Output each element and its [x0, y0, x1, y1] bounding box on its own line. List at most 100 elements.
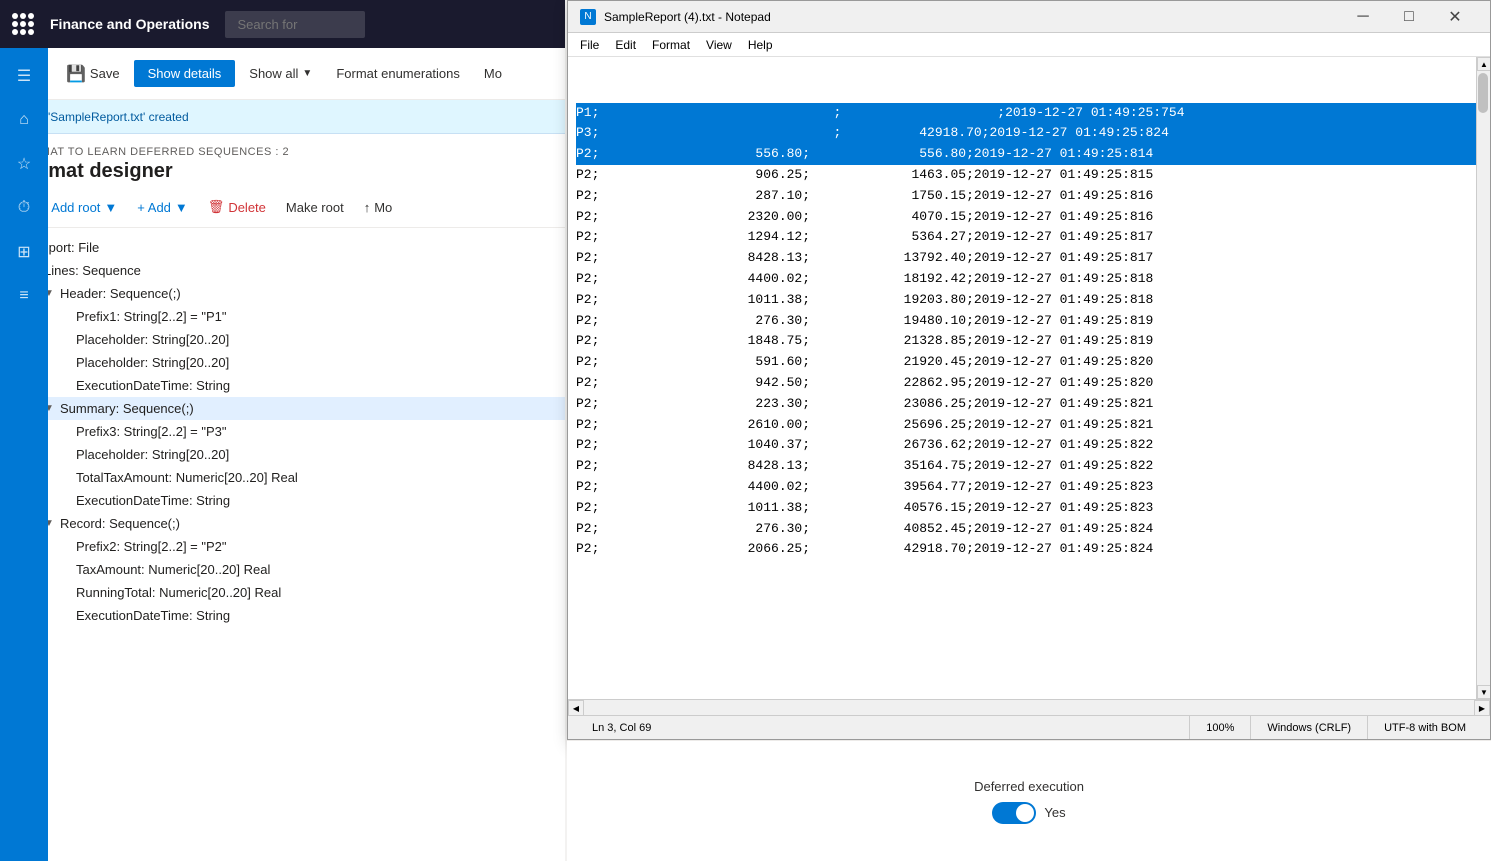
- menu-format[interactable]: Format: [644, 36, 698, 54]
- notepad-titlebar: N SampleReport (4).txt - Notepad ─ □ ✕: [568, 1, 1490, 33]
- tree-item-running-total[interactable]: RunningTotal: Numeric[20..20] Real: [0, 581, 565, 604]
- minimize-button[interactable]: ─: [1340, 1, 1386, 33]
- tree-item-tax-amount[interactable]: TaxAmount: Numeric[20..20] Real: [0, 558, 565, 581]
- tree-item-placeholder-1[interactable]: Placeholder: String[20..20]: [0, 328, 565, 351]
- infobar-message: File 'SampleReport.txt' created: [25, 110, 188, 124]
- delete-button[interactable]: 🗑 Delete: [202, 195, 272, 219]
- notepad-line: P1; ; ;2019-12-27 01:49:25:754: [576, 103, 1482, 124]
- tree-item-label: Header: Sequence(;): [60, 286, 181, 301]
- add-root-chevron: ▼: [104, 200, 117, 215]
- tree-item-execution-record[interactable]: ExecutionDateTime: String: [0, 604, 565, 627]
- tree-item-prefix2[interactable]: Prefix2: String[2..2] = "P2": [0, 535, 565, 558]
- tree-item-placeholder-2[interactable]: Placeholder: String[20..20]: [0, 351, 565, 374]
- status-encoding: UTF-8 with BOM: [1368, 716, 1482, 739]
- notepad-line: P2; 942.50; 22862.95;2019-12-27 01:49:25…: [576, 373, 1482, 394]
- make-root-button[interactable]: Make root: [280, 196, 350, 219]
- notepad-line: P2; 4400.02; 18192.42;2019-12-27 01:49:2…: [576, 269, 1482, 290]
- menu-edit[interactable]: Edit: [607, 36, 644, 54]
- tree-container: ▼ Report: File ▼ Lines: Sequence ▼ Heade…: [0, 228, 565, 861]
- save-button[interactable]: 💾 Save: [56, 58, 130, 90]
- tree-toggle: [60, 472, 72, 483]
- notepad-line: P2; 2320.00; 4070.15;2019-12-27 01:49:25…: [576, 207, 1482, 228]
- scroll-right-arrow[interactable]: ▶: [1474, 700, 1490, 716]
- up-icon: ↑: [364, 200, 371, 215]
- deferred-toggle[interactable]: [992, 802, 1036, 824]
- tree-item-label: Placeholder: String[20..20]: [76, 355, 229, 370]
- menu-view[interactable]: View: [698, 36, 740, 54]
- add-chevron: ▼: [175, 200, 188, 215]
- maximize-button[interactable]: □: [1386, 1, 1432, 33]
- notepad-line: P2; 2066.25; 42918.70;2019-12-27 01:49:2…: [576, 539, 1482, 560]
- more-actions-button[interactable]: ↑ Mo: [358, 196, 399, 219]
- notepad-scrollbar-v[interactable]: ▲ ▼: [1476, 57, 1490, 699]
- tree-item-label: TaxAmount: Numeric[20..20] Real: [76, 562, 270, 577]
- scroll-down-arrow[interactable]: ▼: [1477, 685, 1490, 699]
- tree-item-prefix3[interactable]: Prefix3: String[2..2] = "P3": [0, 420, 565, 443]
- tree-item-label: Prefix1: String[2..2] = "P1": [76, 309, 227, 324]
- tree-item-prefix1[interactable]: Prefix1: String[2..2] = "P1": [0, 305, 565, 328]
- tree-item-placeholder-3[interactable]: Placeholder: String[20..20]: [0, 443, 565, 466]
- menu-file[interactable]: File: [572, 36, 607, 54]
- tree-toolbar: ▽ + Add root ▼ + Add ▼ 🗑 Delete Make roo…: [0, 187, 565, 228]
- notepad-window-controls: ─ □ ✕: [1340, 1, 1478, 33]
- add-root-button[interactable]: + Add root ▼: [35, 196, 124, 219]
- notepad-menubar: File Edit Format View Help: [568, 33, 1490, 57]
- close-button[interactable]: ✕: [1432, 1, 1478, 33]
- tree-item-report-file[interactable]: ▼ Report: File: [0, 236, 565, 259]
- notepad-line: P2; 1848.75; 21328.85;2019-12-27 01:49:2…: [576, 331, 1482, 352]
- tree-toggle: [60, 495, 72, 506]
- format-enumerations-button[interactable]: Format enumerations: [326, 60, 470, 87]
- notepad-content[interactable]: P1; ; ;2019-12-27 01:49:25:754P3; ; 4291…: [568, 57, 1490, 699]
- notepad-window: N SampleReport (4).txt - Notepad ─ □ ✕ F…: [567, 0, 1491, 740]
- notepad-scrollbar-h[interactable]: ◀ ▶: [568, 699, 1490, 715]
- tree-toggle: [60, 564, 72, 575]
- sidebar: ☰ ⌂ ☆ ⏱ ⊞ ≡: [0, 48, 48, 861]
- scroll-thumb-v[interactable]: [1478, 73, 1488, 113]
- tree-item-execution-header[interactable]: ExecutionDateTime: String: [0, 374, 565, 397]
- notepad-line: P2; 1040.37; 26736.62;2019-12-27 01:49:2…: [576, 435, 1482, 456]
- notepad-line: P2; 2610.00; 25696.25;2019-12-27 01:49:2…: [576, 415, 1482, 436]
- tree-item-label: Prefix3: String[2..2] = "P3": [76, 424, 227, 439]
- notepad-icon: N: [580, 9, 596, 25]
- toggle-yes-label: Yes: [1044, 805, 1065, 820]
- tree-item-record[interactable]: ▼ Record: Sequence(;): [0, 512, 565, 535]
- hamburger-icon[interactable]: ☰: [4, 56, 44, 96]
- recent-icon[interactable]: ⏱: [4, 188, 44, 228]
- tree-item-label: Prefix2: String[2..2] = "P2": [76, 539, 227, 554]
- star-icon[interactable]: ☆: [4, 144, 44, 184]
- show-all-button[interactable]: Show all ▼: [239, 60, 322, 87]
- notepad-title: SampleReport (4).txt - Notepad: [604, 10, 1340, 24]
- home-icon[interactable]: ⌂: [4, 100, 44, 140]
- fo-titlebar: Finance and Operations: [0, 0, 565, 48]
- list-icon[interactable]: ≡: [4, 276, 44, 316]
- dashboard-icon[interactable]: ⊞: [4, 232, 44, 272]
- tree-item-total-tax[interactable]: TotalTaxAmount: Numeric[20..20] Real: [0, 466, 565, 489]
- tree-item-lines[interactable]: ▼ Lines: Sequence: [0, 259, 565, 282]
- notepad-line: P2; 8428.13; 13792.40;2019-12-27 01:49:2…: [576, 248, 1482, 269]
- tree-item-label: ExecutionDateTime: String: [76, 493, 230, 508]
- tree-toggle: [60, 610, 72, 621]
- status-position: Ln 3, Col 69: [576, 716, 1190, 739]
- delete-label: Delete: [228, 200, 266, 215]
- bottom-panel: Deferred execution Yes: [567, 740, 1491, 861]
- scroll-up-arrow[interactable]: ▲: [1477, 57, 1490, 71]
- show-details-button[interactable]: Show details: [134, 60, 236, 87]
- status-line-ending: Windows (CRLF): [1251, 716, 1368, 739]
- add-button[interactable]: + Add ▼: [131, 196, 194, 219]
- fo-app: Finance and Operations ☰ ⌂ ☆ ⏱ ⊞ ≡ 💾 Sav…: [0, 0, 565, 861]
- tree-item-execution-summary[interactable]: ExecutionDateTime: String: [0, 489, 565, 512]
- notepad-statusbar: Ln 3, Col 69 100% Windows (CRLF) UTF-8 w…: [568, 715, 1490, 739]
- content-header: FORMAT TO LEARN DEFERRED SEQUENCES : 2 F…: [0, 134, 565, 187]
- tree-item-header[interactable]: ▼ Header: Sequence(;): [0, 282, 565, 305]
- tree-item-label: Lines: Sequence: [44, 263, 141, 278]
- toggle-container: Yes: [992, 802, 1065, 824]
- menu-help[interactable]: Help: [740, 36, 781, 54]
- deferred-label: Deferred execution: [974, 779, 1084, 794]
- scroll-left-arrow[interactable]: ◀: [568, 700, 584, 716]
- notepad-text-area: P1; ; ;2019-12-27 01:49:25:754P3; ; 4291…: [568, 57, 1490, 564]
- search-input[interactable]: [225, 11, 365, 38]
- tree-item-summary[interactable]: ▼ Summary: Sequence(;): [0, 397, 565, 420]
- save-icon: 💾: [66, 64, 86, 84]
- more-button[interactable]: Mo: [474, 60, 512, 87]
- delete-icon: 🗑: [208, 199, 225, 215]
